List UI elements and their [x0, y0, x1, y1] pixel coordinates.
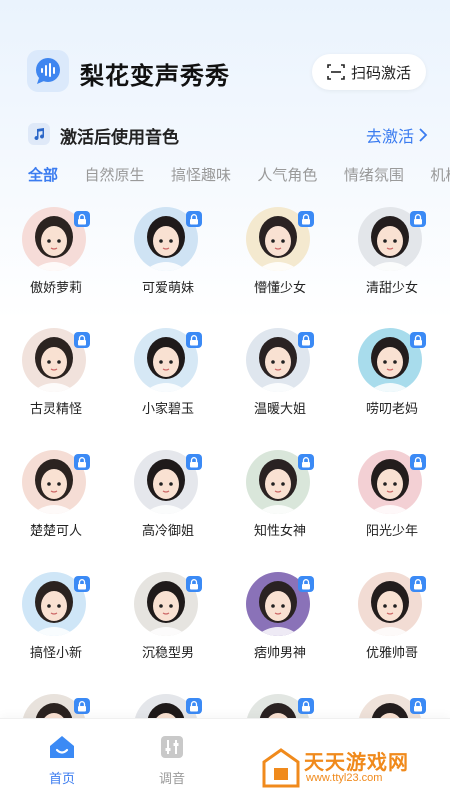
scan-activate-button[interactable]: 扫码激活 — [312, 54, 426, 90]
go-activate-link[interactable]: 去激活 — [366, 123, 428, 147]
app-logo — [27, 50, 69, 92]
voice-name: 沉稳型男 — [141, 645, 194, 660]
voice-item[interactable]: 傲娇萝莉 — [0, 202, 112, 312]
tab-natural[interactable]: 自然原生 — [84, 164, 144, 185]
voice-name: 傲娇萝莉 — [29, 280, 82, 295]
voice-item[interactable]: 温暖大姐 — [224, 323, 336, 433]
voice-name: 小家碧玉 — [141, 401, 194, 416]
voice-item[interactable]: 优雅帅哥 — [336, 567, 448, 677]
notice-text: 激活后使用音色 — [60, 128, 179, 147]
tab-mood[interactable]: 情绪氛围 — [344, 164, 404, 185]
voice-wave-chat-icon — [36, 58, 60, 84]
lock-icon — [298, 698, 314, 714]
voice-avatar — [246, 328, 314, 392]
voice-name: 懵懂少女 — [253, 280, 306, 295]
scan-activate-label: 扫码激活 — [350, 64, 411, 82]
voice-avatar — [358, 328, 426, 392]
lock-icon — [74, 211, 90, 227]
lock-icon — [298, 332, 314, 348]
voice-name: 优雅帅哥 — [365, 645, 418, 660]
voice-item[interactable]: 古灵精怪 — [0, 323, 112, 433]
nav-tune[interactable]: 调音 — [142, 735, 202, 787]
voice-avatar — [134, 207, 202, 271]
app-title: 梨花变声秀秀 — [80, 63, 230, 90]
voice-name: 阳光少年 — [365, 523, 418, 538]
go-activate-label: 去激活 — [365, 129, 414, 146]
watermark-logo-icon — [262, 748, 300, 788]
voice-name: 高冷御姐 — [141, 523, 194, 538]
voice-item[interactable]: 痞帅男神 — [224, 567, 336, 677]
voice-avatar — [246, 450, 314, 514]
tab-funny[interactable]: 搞怪趣味 — [171, 164, 231, 185]
lock-icon — [298, 576, 314, 592]
lock-icon — [298, 454, 314, 470]
voice-avatar — [134, 572, 202, 636]
voice-item[interactable]: 清甜少女 — [336, 202, 448, 312]
lock-icon — [74, 454, 90, 470]
lock-icon — [74, 698, 90, 714]
voice-avatar — [22, 450, 90, 514]
voice-item[interactable]: 知性女神 — [224, 445, 336, 555]
watermark-url: www.ttyl23.com — [306, 772, 383, 784]
music-note-icon — [28, 123, 50, 145]
lock-icon — [74, 576, 90, 592]
app-header: 梨花变声秀秀 扫码激活 — [0, 0, 450, 110]
voice-item[interactable]: 阳光少年 — [336, 445, 448, 555]
voice-item[interactable]: 楚楚可人 — [0, 445, 112, 555]
tab-mechanical[interactable]: 机械 — [430, 164, 450, 185]
category-tabs: 全部 自然原生 搞怪趣味 人气角色 情绪氛围 机械 — [28, 164, 450, 188]
activation-notice: 激活后使用音色 去激活 — [28, 121, 428, 147]
lock-icon — [186, 698, 202, 714]
lock-icon — [186, 211, 202, 227]
voice-avatar — [358, 207, 426, 271]
lock-icon — [186, 454, 202, 470]
voice-name: 楚楚可人 — [29, 523, 82, 538]
voice-avatar — [22, 328, 90, 392]
voice-name: 温暖大姐 — [253, 401, 306, 416]
home-icon — [50, 736, 74, 758]
chevron-right-icon — [419, 128, 428, 142]
voice-item[interactable]: 可爱萌妹 — [112, 202, 224, 312]
equalizer-icon — [161, 736, 183, 758]
lock-icon — [410, 576, 426, 592]
voice-name: 清甜少女 — [365, 280, 418, 295]
tab-all[interactable]: 全部 — [28, 164, 58, 185]
voice-avatar — [134, 450, 202, 514]
voice-item[interactable]: 沉稳型男 — [112, 567, 224, 677]
lock-icon — [410, 454, 426, 470]
lock-icon — [298, 211, 314, 227]
lock-icon — [186, 576, 202, 592]
voice-avatar — [358, 450, 426, 514]
voice-avatar — [246, 572, 314, 636]
nav-home[interactable]: 首页 — [32, 735, 92, 787]
lock-icon — [410, 698, 426, 714]
voice-name: 古灵精怪 — [29, 401, 82, 416]
voice-name: 痞帅男神 — [253, 645, 306, 660]
voice-item[interactable]: 小家碧玉 — [112, 323, 224, 433]
lock-icon — [74, 332, 90, 348]
nav-tune-label: 调音 — [158, 771, 185, 786]
voice-name: 知性女神 — [253, 523, 306, 538]
nav-home-label: 首页 — [48, 771, 75, 786]
voice-name: 可爱萌妹 — [141, 280, 194, 295]
voice-avatar — [246, 207, 314, 271]
voice-item[interactable]: 懵懂少女 — [224, 202, 336, 312]
voice-name: 搞怪小新 — [29, 645, 82, 660]
tab-popular-character[interactable]: 人气角色 — [257, 164, 317, 185]
voice-item[interactable]: 高冷御姐 — [112, 445, 224, 555]
site-watermark: 天天游戏网 www.ttyl23.com — [262, 746, 442, 792]
voice-avatar — [22, 207, 90, 271]
lock-icon — [186, 332, 202, 348]
voice-avatar — [134, 328, 202, 392]
voice-item[interactable]: 搞怪小新 — [0, 567, 112, 677]
lock-icon — [410, 332, 426, 348]
voice-avatar — [358, 572, 426, 636]
voice-item[interactable]: 唠叨老妈 — [336, 323, 448, 433]
lock-icon — [410, 211, 426, 227]
voice-avatar — [22, 572, 90, 636]
scan-icon — [327, 64, 345, 80]
watermark-title: 天天游戏网 — [304, 752, 409, 774]
voice-name: 唠叨老妈 — [365, 401, 418, 416]
